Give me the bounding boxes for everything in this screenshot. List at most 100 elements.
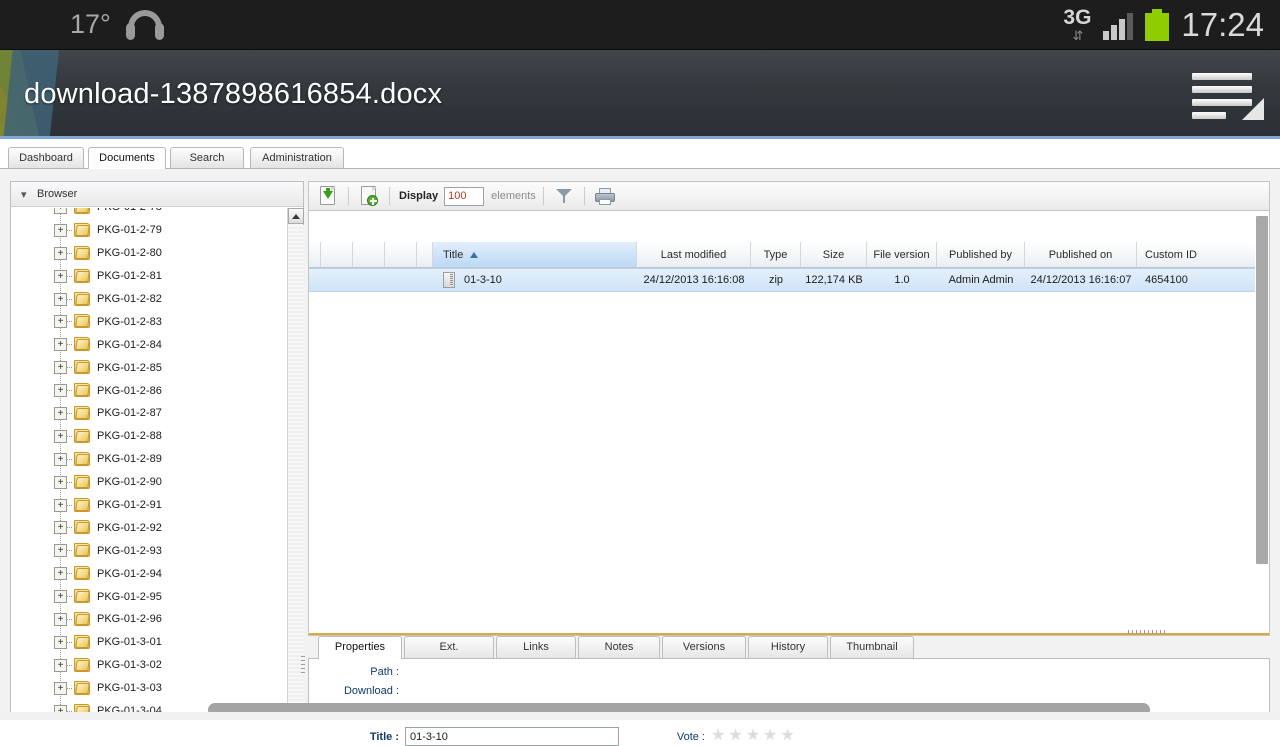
browser-panel-header[interactable]: ▾ Browser [11, 182, 303, 207]
folder-icon [74, 589, 90, 604]
tree-item-pkg-01-2-91[interactable]: + PKG-01-2-91 [11, 494, 289, 517]
tree-item-pkg-01-2-81[interactable]: + PKG-01-2-81 [11, 265, 289, 288]
grid-header-published-on[interactable]: Published on [1025, 242, 1137, 267]
tree-item-label: PKG-01-2-90 [97, 476, 162, 489]
printer-icon[interactable] [592, 184, 618, 208]
folder-icon [74, 383, 90, 398]
expand-node-icon[interactable]: + [54, 338, 67, 352]
tab-search[interactable]: Search [170, 147, 244, 168]
expand-node-icon[interactable]: + [54, 429, 67, 443]
grid-header-title[interactable]: Title [433, 242, 637, 267]
chevron-down-icon[interactable]: ▾ [21, 188, 33, 201]
expand-node-icon[interactable]: + [54, 658, 67, 672]
folder-icon [74, 268, 90, 283]
documents-grid: Title Last modified Type Size File versi… [308, 211, 1270, 636]
star-icon[interactable]: ★ [728, 728, 742, 744]
browser-vertical-scrollbar[interactable] [287, 208, 304, 716]
tree-item-pkg-01-3-03[interactable]: + PKG-01-3-03 [11, 677, 289, 700]
grid-header-type[interactable]: Type [751, 242, 801, 267]
expand-node-icon[interactable]: + [54, 475, 67, 489]
tab-versions[interactable]: Versions [662, 636, 746, 658]
expand-node-icon[interactable]: + [54, 613, 67, 627]
tree-item-pkg-01-2-88[interactable]: + PKG-01-2-88 [11, 425, 289, 448]
tree-item-pkg-01-2-92[interactable]: + PKG-01-2-92 [11, 516, 289, 539]
tree-item-pkg-01-3-02[interactable]: + PKG-01-3-02 [11, 654, 289, 677]
grid-vertical-scrollbar[interactable] [1255, 211, 1269, 635]
folder-tree[interactable]: + PKG-01-2-78 + PKG-01-2-79 + PKG-01-2-80 + PKG… [11, 208, 289, 716]
expand-node-icon[interactable]: + [54, 292, 67, 306]
download-document-icon[interactable] [315, 184, 341, 208]
expand-node-icon[interactable]: + [54, 223, 67, 237]
expand-node-icon[interactable]: + [54, 498, 67, 512]
tab-thumbnail[interactable]: Thumbnail [830, 636, 914, 658]
tab-dashboard[interactable]: Dashboard [8, 147, 84, 168]
tree-item-pkg-01-2-95[interactable]: + PKG-01-2-95 [11, 585, 289, 608]
grid-header-spacer-1 [309, 242, 321, 267]
panel-splitter-handle[interactable] [300, 656, 306, 686]
tab-history[interactable]: History [748, 636, 828, 658]
star-icon[interactable]: ★ [763, 728, 777, 744]
table-row[interactable]: 01-3-10 24/12/2013 16:16:08 zip 122,174 … [309, 268, 1269, 292]
expand-node-icon[interactable]: + [54, 521, 67, 535]
tree-item-pkg-01-2-89[interactable]: + PKG-01-2-89 [11, 448, 289, 471]
grid-header-last-modified[interactable]: Last modified [637, 242, 751, 267]
tree-item-pkg-01-2-78[interactable]: + PKG-01-2-78 [11, 208, 289, 219]
tree-item-pkg-01-2-86[interactable]: + PKG-01-2-86 [11, 379, 289, 402]
folder-icon [74, 566, 90, 581]
expand-node-icon[interactable]: + [54, 544, 67, 558]
hamburger-menu-icon[interactable] [1192, 50, 1264, 138]
expand-node-icon[interactable]: + [54, 407, 67, 421]
scroll-up-arrow-icon[interactable] [288, 208, 304, 224]
tab-administration[interactable]: Administration [250, 147, 344, 168]
tree-item-pkg-01-2-96[interactable]: + PKG-01-2-96 [11, 608, 289, 631]
title-field[interactable] [405, 727, 619, 746]
android-status-bar: 17° 3G ⇵ 17:24 [0, 0, 1280, 50]
expand-node-icon[interactable]: + [54, 452, 67, 466]
expand-node-icon[interactable]: + [54, 567, 67, 581]
tab-links[interactable]: Links [496, 636, 576, 658]
tree-item-pkg-01-2-94[interactable]: + PKG-01-2-94 [11, 562, 289, 585]
expand-node-icon[interactable]: + [54, 246, 67, 260]
grid-header-published-by[interactable]: Published by [937, 242, 1025, 267]
tree-item-pkg-01-2-87[interactable]: + PKG-01-2-87 [11, 402, 289, 425]
tree-item-pkg-01-2-82[interactable]: + PKG-01-2-82 [11, 288, 289, 311]
star-icon[interactable]: ★ [780, 728, 794, 744]
tree-item-pkg-01-2-84[interactable]: + PKG-01-2-84 [11, 333, 289, 356]
tab-documents[interactable]: Documents [88, 147, 166, 169]
detail-resize-grip[interactable] [1128, 630, 1168, 634]
vote-rating[interactable]: ★ ★ ★ ★ ★ [711, 728, 795, 744]
row-title-cell[interactable]: 01-3-10 [433, 269, 637, 291]
expand-node-icon[interactable]: + [54, 315, 67, 329]
star-icon[interactable]: ★ [711, 728, 725, 744]
add-document-icon[interactable] [356, 184, 382, 208]
tree-item-pkg-01-2-90[interactable]: + PKG-01-2-90 [11, 471, 289, 494]
expand-node-icon[interactable]: + [54, 681, 67, 695]
row-checkbox[interactable] [321, 269, 353, 291]
tree-item-pkg-01-2-80[interactable]: + PKG-01-2-80 [11, 242, 289, 265]
tree-item-pkg-01-2-93[interactable]: + PKG-01-2-93 [11, 539, 289, 562]
expand-node-icon[interactable]: + [54, 590, 67, 604]
tab-notes[interactable]: Notes [578, 636, 660, 658]
expand-node-icon[interactable]: + [54, 635, 67, 649]
tree-item-pkg-01-2-83[interactable]: + PKG-01-2-83 [11, 310, 289, 333]
scroll-track[interactable] [288, 225, 304, 716]
star-icon[interactable]: ★ [746, 728, 760, 744]
grid-header-size[interactable]: Size [801, 242, 867, 267]
tree-item-pkg-01-2-79[interactable]: + PKG-01-2-79 [11, 219, 289, 242]
expand-node-icon[interactable]: + [54, 384, 67, 398]
display-count-input[interactable] [444, 186, 485, 206]
tree-item-pkg-01-2-85[interactable]: + PKG-01-2-85 [11, 356, 289, 379]
filter-funnel-icon[interactable] [551, 184, 577, 208]
grid-header-checkbox[interactable] [321, 242, 353, 267]
tree-item-label: PKG-01-3-01 [97, 636, 162, 649]
tree-item-pkg-01-3-01[interactable]: + PKG-01-3-01 [11, 631, 289, 654]
grid-header-file-version[interactable]: File version [867, 242, 937, 267]
tab-ext-properties[interactable]: Ext. Properties [404, 636, 494, 674]
grid-header-spacer-3 [385, 242, 417, 267]
expand-node-icon[interactable]: + [54, 208, 67, 214]
expand-node-icon[interactable]: + [54, 361, 67, 375]
grid-scrollbar-thumb[interactable] [1256, 216, 1268, 564]
grid-header-custom-id[interactable]: Custom ID [1137, 242, 1257, 267]
expand-node-icon[interactable]: + [54, 269, 67, 283]
tab-properties[interactable]: Properties [318, 636, 402, 659]
